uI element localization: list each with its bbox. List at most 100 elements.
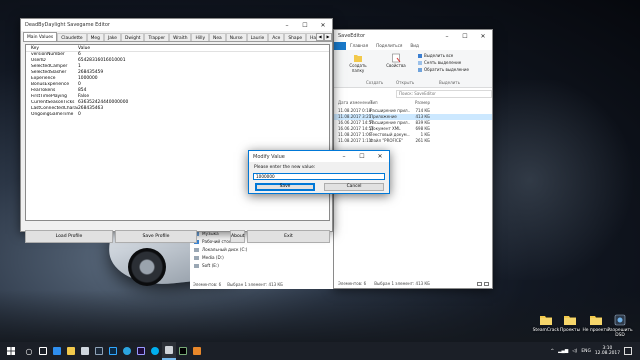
tab-scroll: ◀ ▶ [316,33,332,41]
telegram-app-icon[interactable] [120,342,134,360]
select-none-button[interactable]: Снять выделение [418,60,461,65]
new-folder-button[interactable]: Создать папку [344,53,372,73]
desktop-icon-projects[interactable]: Проекты [556,313,584,333]
tray-chevron-icon[interactable]: ^ [550,349,554,354]
file-explorer-app-icon[interactable] [64,342,78,360]
clock[interactable]: 3:10 12.08.2017 [595,346,620,356]
task-view-icon[interactable] [36,342,50,360]
tab-nea[interactable]: Nea [209,33,226,41]
select-all-button[interactable]: Выделить все [418,53,453,58]
column-type[interactable]: Тип [370,99,410,106]
tab-main-values[interactable]: Main Values [23,32,58,41]
file-type: Файл "PROFICE" [370,138,404,143]
start-button[interactable] [0,342,22,360]
close-button[interactable]: ✕ [371,151,389,163]
photoshop-app-icon[interactable] [106,342,120,360]
explorer-titlebar[interactable]: SaveEditor – ☐ ✕ [334,30,492,42]
nav-item-drive-c[interactable]: Локальный диск (C:) [194,247,247,252]
tab-hilly[interactable]: Hilly [191,33,210,41]
new-value-input[interactable] [253,173,385,180]
tab-shape[interactable]: Shape [284,33,307,41]
network-icon[interactable]: ▂▄▆ [558,349,568,354]
column-size[interactable]: Размер [410,99,430,106]
column-date[interactable]: Дата изменения [334,99,373,106]
minimize-button[interactable]: – [278,19,296,31]
editor-titlebar[interactable]: DeadByDaylight Savegame Editor – ☐ ✕ [21,19,332,31]
clock-date: 12.08.2017 [594,351,620,356]
grid-row[interactable]: OngoingGameTime 0 [26,112,329,118]
dialog-save-button[interactable]: Save [255,183,315,191]
select-none-icon [418,60,422,65]
ribbon-tabs: Главная Поделиться Вид [334,42,492,50]
nav-item-drive-e[interactable]: Soft (E:) [194,263,219,268]
status-selected: Выбран 1 элемент: 413 КБ [374,281,431,286]
tab-jake[interactable]: Jake [103,33,121,41]
tab-scroll-left-icon[interactable]: ◀ [316,33,324,41]
minimize-button[interactable]: – [335,151,353,163]
dialog-cancel-button[interactable]: Cancel [324,183,384,191]
details-view-icon[interactable] [477,282,482,286]
savegame-editor-app-icon[interactable] [162,342,176,360]
skype-app-icon[interactable] [148,342,162,360]
exit-button[interactable]: Exit [247,230,330,243]
edge-app-icon[interactable] [50,342,64,360]
tab-scroll-right-icon[interactable]: ▶ [324,33,332,41]
grid-value[interactable]: 0 [78,112,329,118]
nav-item-drive-d[interactable]: Media (D:) [194,255,224,260]
action-center-icon[interactable] [624,347,632,355]
ribbon-tab[interactable]: Поделиться [372,42,406,50]
ribbon-tab[interactable]: Вид [406,42,423,50]
view-toggles [477,282,489,286]
tiles-view-icon[interactable] [484,282,489,286]
volume-icon[interactable]: ◁) [572,349,577,354]
folder-icon [564,316,576,325]
desktop-icon-dsd[interactable]: Разрешить DSD [606,313,634,338]
ribbon-tab[interactable]: Главная [346,42,372,50]
tab-wraith[interactable]: Wraith [169,33,192,41]
dialog-titlebar[interactable]: Modify Value – ☐ ✕ [249,151,389,162]
close-button[interactable]: ✕ [314,19,332,31]
invert-selection-button[interactable]: Обратить выделение [418,67,469,72]
minimize-button[interactable]: – [438,30,456,42]
tab-meg[interactable]: Meg [86,33,104,41]
tab-dwight[interactable]: Dwight [121,33,145,41]
select-all-label: Выделить все [424,53,454,58]
new-folder-icon [354,55,362,62]
savegame-editor-window: DeadByDaylight Savegame Editor – ☐ ✕ Mai… [20,18,333,243]
maximize-button[interactable]: ☐ [296,19,314,31]
search-input[interactable]: Поиск: SaveEditor [396,90,492,98]
about-button[interactable]: About [230,230,245,243]
ribbon-file-tab[interactable] [334,42,346,50]
status-count: Элементов: 6 [338,281,367,286]
steam-app-icon[interactable] [92,342,106,360]
column-value[interactable]: Value [78,45,329,51]
tab-nurse[interactable]: Nurse [225,33,247,41]
maximize-button[interactable]: ☐ [456,30,474,42]
load-profile-button[interactable]: Load Profile [25,230,113,243]
tab-claudette[interactable]: Claudette [57,33,87,41]
save-profile-button[interactable]: Save Profile [115,230,197,243]
explorer-title: SaveEditor [338,33,366,39]
values-grid: Key Value versionNumber 6 UserID 6542831601… [25,44,330,221]
select-none-label: Снять выделение [424,60,462,65]
terminal-app-icon[interactable] [176,342,190,360]
column-key[interactable]: Key [26,45,78,51]
ribbon-group-select: Выделить [439,80,460,85]
properties-label: Свойства [386,63,406,68]
tab-trapper[interactable]: Trapper [144,33,170,41]
after-effects-app-icon[interactable] [134,342,148,360]
store-app-icon[interactable] [78,342,92,360]
properties-button[interactable]: Свойства [382,53,410,69]
status-count: Элементов: 6 [193,282,222,287]
tab-ace[interactable]: Ace [268,33,285,41]
maximize-button[interactable]: ☐ [353,151,371,163]
desktop-icon-label: Разрешить DSD [607,328,633,338]
media-app-icon[interactable] [190,342,204,360]
close-button[interactable]: ✕ [474,30,492,42]
dialog-prompt: Please enter the new value: [254,165,316,170]
search-icon[interactable]: ○ [22,342,36,360]
tab-laurie[interactable]: Laurie [246,33,269,41]
language-indicator[interactable]: ENG [581,349,590,354]
file-row[interactable]: 11.08.2017 1:11 Файл "PROFICE" 261 КБ [334,138,492,144]
address-bar: Поиск: SaveEditor [334,89,492,99]
